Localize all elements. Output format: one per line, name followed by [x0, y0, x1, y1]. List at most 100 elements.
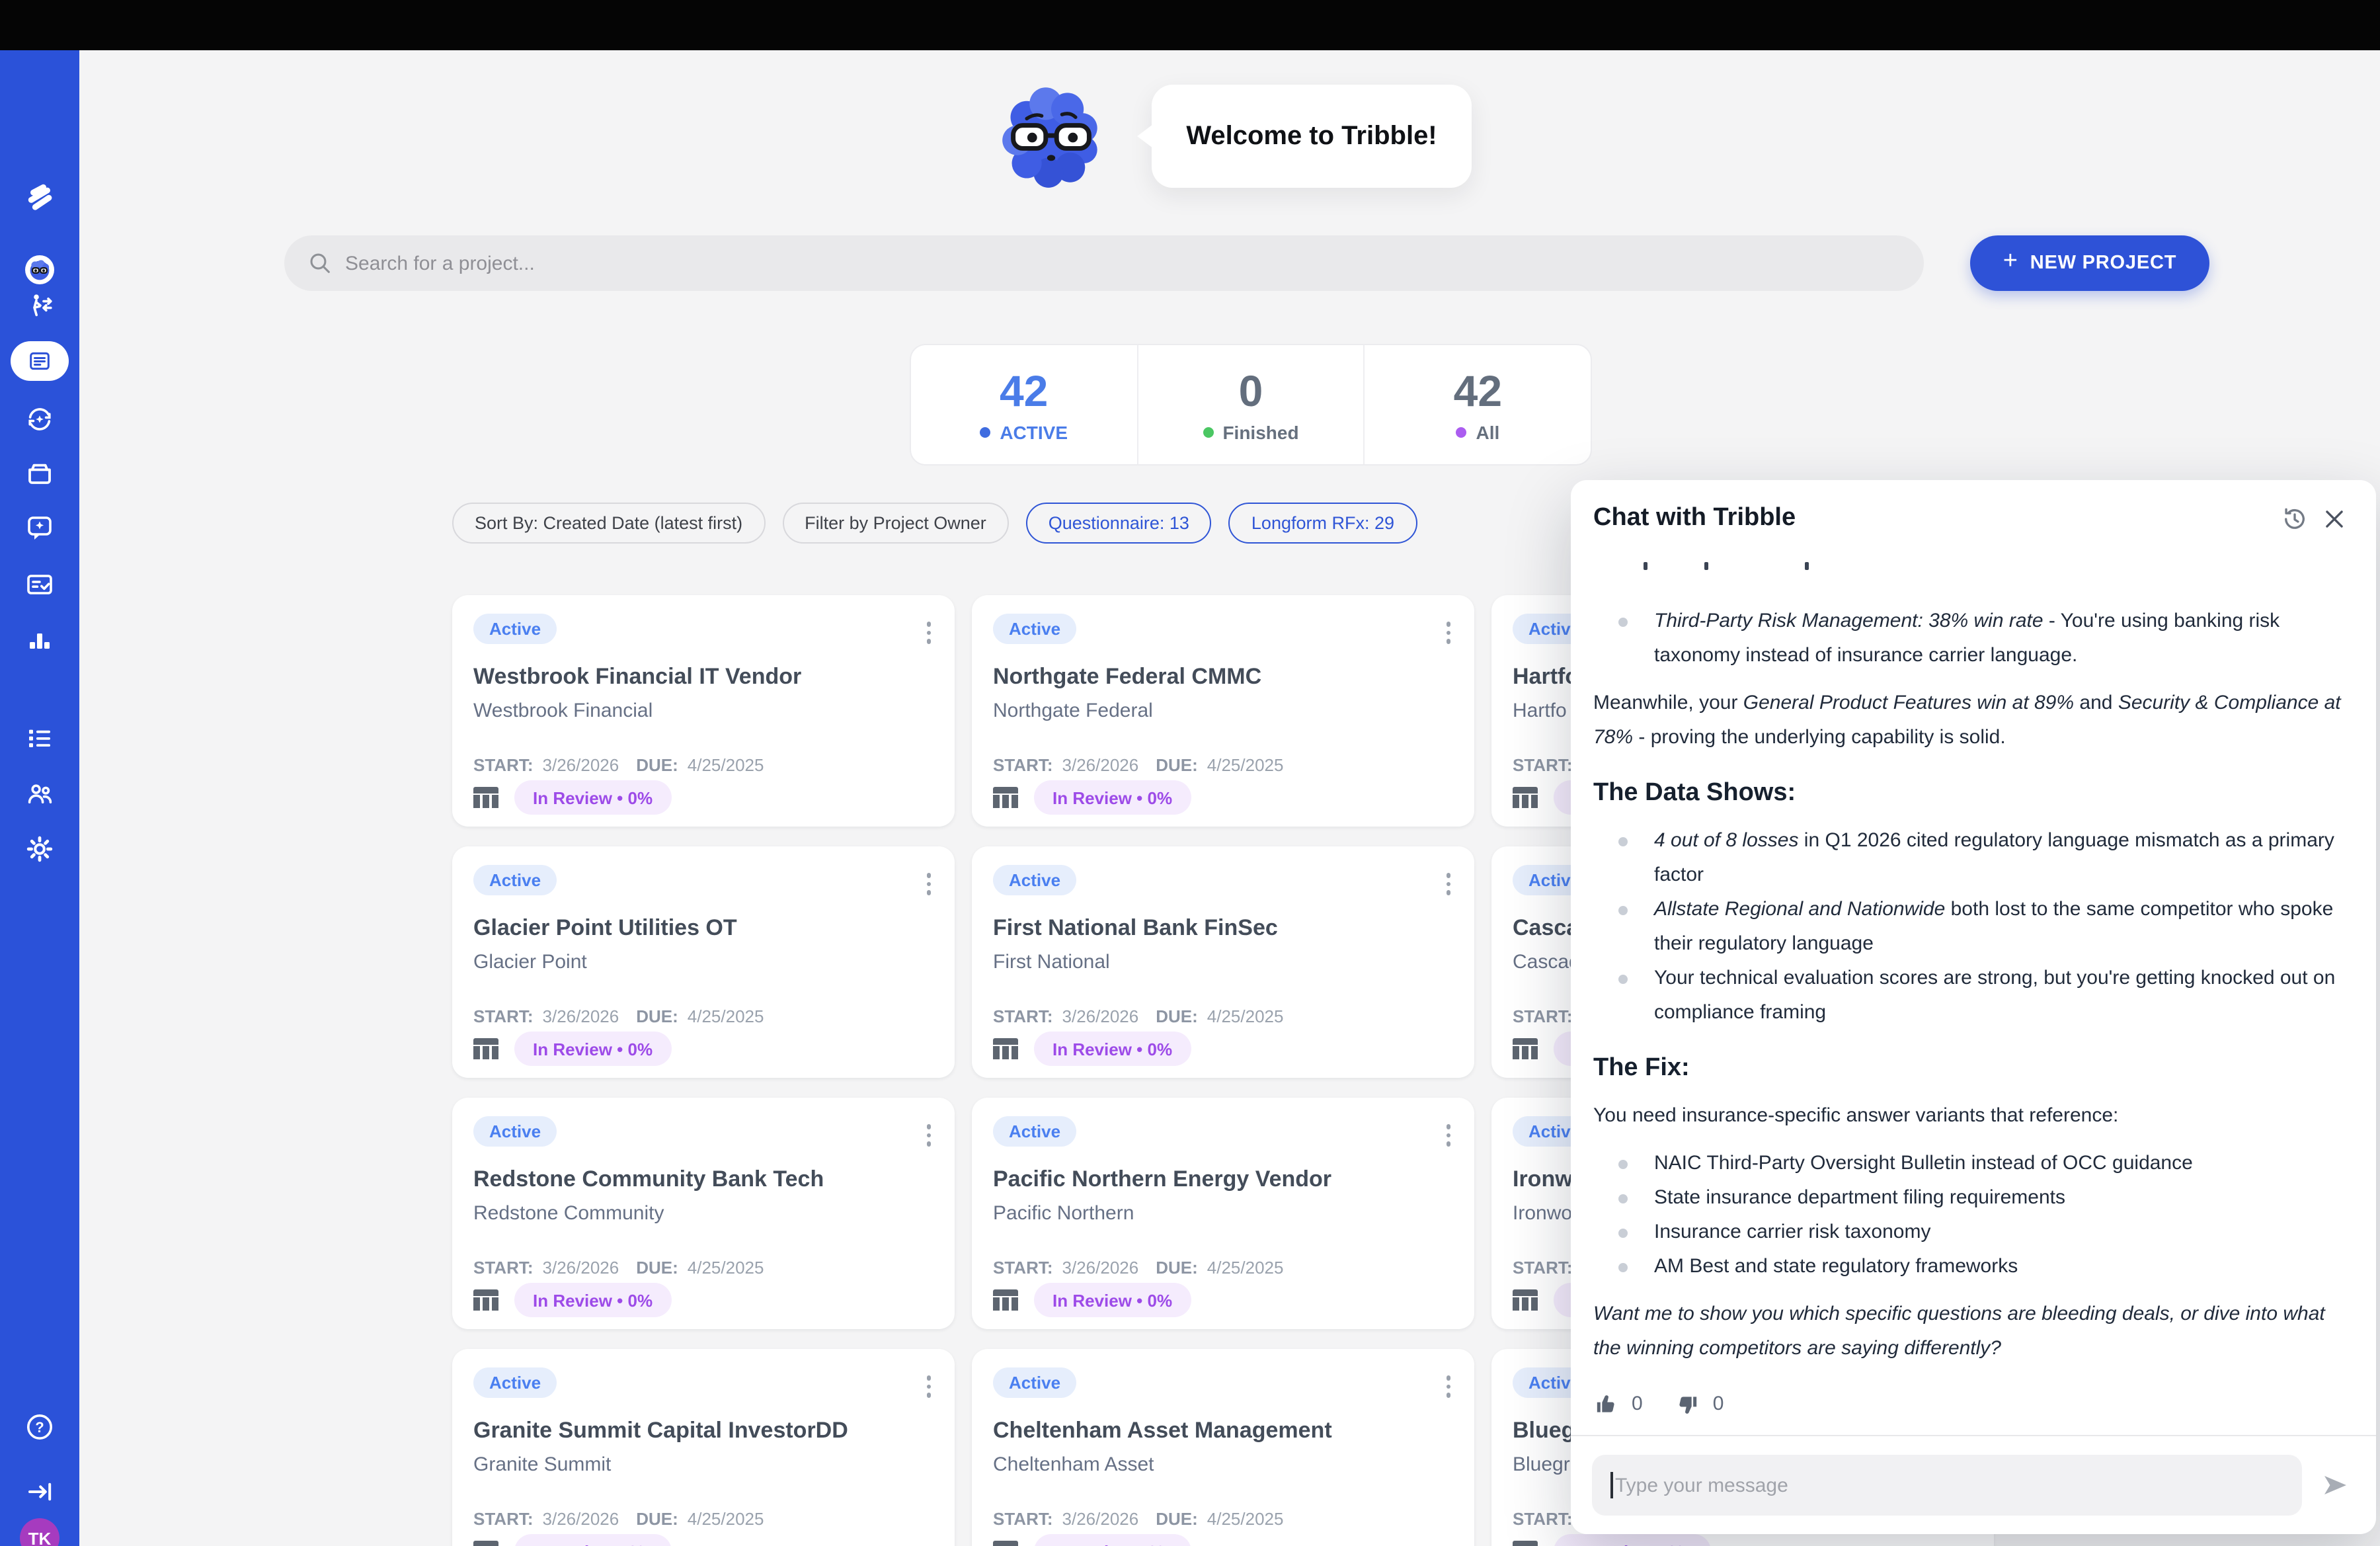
new-project-button[interactable]: + NEW PROJECT: [1970, 235, 2209, 291]
table-columns-icon: [473, 1541, 498, 1546]
due-label: DUE:: [1156, 1258, 1198, 1278]
card-footer: In Review • 0%: [473, 1032, 671, 1066]
thumbs-up-button[interactable]: 0: [1593, 1387, 1643, 1422]
project-dates: START:3/26/2026 DUE:4/25/2025: [993, 1509, 1453, 1529]
kebab-menu-icon[interactable]: [1441, 868, 1456, 900]
filter-chip-1[interactable]: Filter by Project Owner: [782, 503, 1009, 544]
progress-pill: In Review • 0%: [1034, 780, 1191, 815]
kebab-menu-icon[interactable]: [921, 616, 936, 649]
project-card[interactable]: Active Glacier Point Utilities OT Glacie…: [452, 846, 955, 1078]
card-footer: In Review • 0%: [473, 1534, 671, 1546]
due-label: DUE:: [636, 1509, 678, 1529]
start-date: 3/26/2026: [1062, 1258, 1139, 1278]
due-date: 4/25/2025: [688, 1509, 764, 1529]
filter-chip-2[interactable]: Questionnaire: 13: [1026, 503, 1212, 544]
new-project-label: NEW PROJECT: [2030, 253, 2177, 274]
chat-bullet-list: Third-Party Risk Management: 38% win rat…: [1593, 604, 2354, 673]
send-button[interactable]: [2315, 1465, 2355, 1505]
kebab-menu-icon[interactable]: [1441, 616, 1456, 649]
emphasis-text: Want me to show you which specific quest…: [1593, 1303, 2325, 1360]
project-card[interactable]: Active Northgate Federal CMMC Northgate …: [972, 595, 1474, 827]
project-dates: START:3/26/2026 DUE:4/25/2025: [993, 1258, 1453, 1278]
stat-all[interactable]: 42 All: [1364, 345, 1591, 464]
card-footer: In Review • 0%: [993, 1032, 1191, 1066]
card-footer: In Review • 0%: [993, 780, 1191, 815]
tray-box-icon[interactable]: [22, 456, 57, 491]
bar-chart-icon[interactable]: [22, 623, 57, 657]
status-badge: Active: [993, 865, 1076, 895]
close-icon[interactable]: [2314, 499, 2354, 538]
list-rows-icon[interactable]: [22, 721, 57, 755]
mascot-avatar-icon[interactable]: [22, 253, 57, 287]
progress-pill: In Review • 0%: [1034, 1032, 1191, 1066]
start-label: START:: [473, 1509, 534, 1529]
card-footer: In Review • 0%: [993, 1534, 1191, 1546]
history-icon[interactable]: [2274, 499, 2314, 538]
project-card[interactable]: Active Westbrook Financial IT Vendor Wes…: [452, 595, 955, 827]
team-people-icon[interactable]: [22, 776, 57, 811]
sidebar-item-projects-active[interactable]: [11, 341, 69, 381]
stat-value: 0: [1239, 366, 1263, 417]
user-avatar[interactable]: TK: [20, 1518, 60, 1546]
thumbs-down-button[interactable]: 0: [1675, 1387, 1724, 1422]
kebab-menu-icon[interactable]: [921, 1119, 936, 1151]
start-label: START:: [1513, 755, 1573, 775]
stat-finished[interactable]: 0 Finished: [1136, 345, 1363, 464]
message-input[interactable]: Type your message: [1592, 1455, 2302, 1516]
kebab-menu-icon[interactable]: [1441, 1370, 1456, 1403]
chat-messages[interactable]: Third-Party Risk Management: 38% win rat…: [1571, 557, 2376, 1435]
review-checklist-icon[interactable]: [22, 567, 57, 602]
agent-handoff-icon[interactable]: [22, 290, 57, 324]
table-columns-icon: [993, 1289, 1018, 1311]
project-company: Northgate Federal: [993, 700, 1453, 722]
project-card[interactable]: Active Pacific Northern Energy Vendor Pa…: [972, 1098, 1474, 1329]
start-date: 3/26/2026: [1062, 1509, 1139, 1529]
chat-paragraph: You need insurance-specific answer varia…: [1593, 1099, 2354, 1133]
search-input[interactable]: Search for a project...: [284, 235, 1924, 291]
chat-bullet-item: Your technical evaluation scores are str…: [1654, 961, 2354, 1030]
start-label: START:: [473, 1258, 534, 1278]
sidebar-rail: ? TK: [0, 50, 79, 1546]
filter-chip-3[interactable]: Longform RFx: 29: [1229, 503, 1417, 544]
due-date: 4/25/2025: [1207, 1258, 1284, 1278]
kebab-menu-icon[interactable]: [921, 1370, 936, 1403]
progress-pill: In Review • 0%: [1034, 1534, 1191, 1546]
search-icon: [308, 251, 332, 275]
filter-chip-row: Sort By: Created Date (latest first) Filt…: [452, 503, 1417, 544]
table-columns-icon: [473, 1038, 498, 1059]
kebab-menu-icon[interactable]: [1441, 1119, 1456, 1151]
chat-sparkle-icon[interactable]: [22, 510, 57, 545]
chat-title: Chat with Tribble: [1593, 504, 2274, 533]
start-label: START:: [1513, 1258, 1573, 1278]
sync-sparkle-icon[interactable]: [22, 402, 57, 436]
due-label: DUE:: [1156, 755, 1198, 775]
settings-gear-icon[interactable]: [22, 832, 57, 866]
progress-pill: In Review • 0%: [1554, 1534, 1710, 1546]
start-date: 3/26/2026: [543, 1509, 619, 1529]
plus-icon: +: [2003, 247, 2018, 276]
start-date: 3/26/2026: [543, 755, 619, 775]
chat-paragraph: Want me to show you which specific quest…: [1593, 1297, 2354, 1366]
chat-bullet-item: Third-Party Risk Management: 38% win rat…: [1654, 604, 2354, 673]
filter-chip-0[interactable]: Sort By: Created Date (latest first): [452, 503, 765, 544]
chat-heading: The Data Shows:: [1593, 776, 2354, 811]
status-badge: Active: [993, 1367, 1076, 1398]
project-card[interactable]: Active Granite Summit Capital InvestorDD…: [452, 1349, 955, 1546]
project-company: Pacific Northern: [993, 1202, 1453, 1225]
kebab-menu-icon[interactable]: [921, 868, 936, 900]
help-icon[interactable]: ?: [22, 1410, 57, 1444]
status-dot: [980, 427, 990, 438]
table-columns-icon: [993, 787, 1018, 808]
stat-active[interactable]: 42 ACTIVE: [911, 345, 1136, 464]
project-dates: START: 3/26/2026 DUE: 4/25/2025: [473, 1509, 933, 1529]
project-card[interactable]: Active Cheltenham Asset Management Chelt…: [972, 1349, 1474, 1546]
start-label: START:: [1513, 1006, 1573, 1026]
sign-out-icon[interactable]: [22, 1475, 57, 1509]
project-card[interactable]: Active Redstone Community Bank Tech Reds…: [452, 1098, 955, 1329]
project-card[interactable]: Active First National Bank FinSec First …: [972, 846, 1474, 1078]
chat-bullet-item: State insurance department filing requir…: [1654, 1181, 2354, 1215]
due-date: 4/25/2025: [1207, 1509, 1284, 1529]
progress-pill: In Review • 0%: [514, 780, 671, 815]
chat-panel: Chat with Tribble Third-Party Risk Manag…: [1571, 480, 2376, 1534]
tribble-logo-icon: [22, 180, 57, 214]
